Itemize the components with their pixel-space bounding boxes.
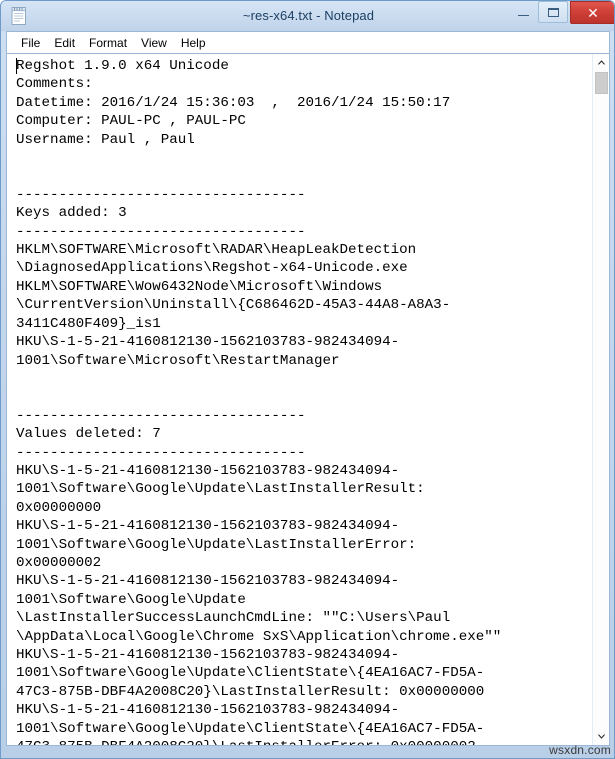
menu-item-file[interactable]: File: [14, 34, 47, 52]
text-line: Keys added: 3: [16, 205, 127, 222]
text-line: 1001\Software\Google\Update\LastInstalle…: [16, 481, 425, 498]
text-line: Values deleted: 7: [16, 426, 161, 443]
text-line: 0x00000000: [16, 499, 102, 516]
text-line: Username: Paul , Paul: [16, 131, 195, 148]
text-line: 0x00000002: [16, 554, 102, 571]
text-line: 3411C480F409}_is1: [16, 315, 161, 332]
text-line: HKU\S-1-5-21-4160812130-1562103783-98243…: [16, 334, 400, 351]
menu-item-edit[interactable]: Edit: [47, 34, 82, 52]
text-line: [16, 149, 591, 167]
text-line: 47C3-875B-DBF4A2008C20}\LastInstallerRes…: [16, 683, 485, 700]
scroll-up-button[interactable]: [593, 54, 609, 71]
text-line: ----------------------------------: [16, 444, 306, 461]
text-line: HKU\S-1-5-21-4160812130-1562103783-98243…: [16, 462, 400, 479]
text-line: 1001\Software\Google\Update\ClientState\…: [16, 665, 485, 682]
text-line: HKU\S-1-5-21-4160812130-1562103783-98243…: [16, 702, 400, 719]
text-line: HKLM\SOFTWARE\Microsoft\RADAR\HeapLeakDe…: [16, 242, 417, 259]
text-line: 1001\Software\Google\Update: [16, 591, 246, 608]
text-line: [16, 167, 591, 185]
text-line: Datetime: 2016/1/24 15:36:03 , 2016/1/24…: [16, 94, 451, 111]
text-line: \DiagnosedApplications\Regshot-x64-Unico…: [16, 260, 408, 277]
text-line: [16, 388, 591, 406]
menu-bar: File Edit Format View Help: [6, 31, 610, 53]
text-caret: [16, 58, 17, 74]
notepad-window: ~res-x64.txt - Notepad ✕ File Edit Forma…: [0, 0, 615, 759]
maximize-button[interactable]: [538, 1, 568, 23]
menu-item-help[interactable]: Help: [174, 34, 213, 52]
text-line: 1001\Software\Google\Update\LastInstalle…: [16, 536, 417, 553]
title-bar[interactable]: ~res-x64.txt - Notepad ✕: [1, 1, 614, 31]
minimize-icon: [517, 14, 529, 16]
menu-item-format[interactable]: Format: [82, 34, 134, 52]
minimize-button[interactable]: [508, 1, 538, 23]
vertical-scrollbar[interactable]: [592, 54, 609, 745]
text-line: Computer: PAUL-PC , PAUL-PC: [16, 113, 246, 130]
chevron-up-icon: [597, 60, 606, 65]
chevron-down-icon: [597, 734, 606, 739]
text-line: [16, 370, 591, 388]
editor-area: Regshot 1.9.0 x64 Unicode Comments: Dateti…: [6, 53, 610, 746]
text-line: HKU\S-1-5-21-4160812130-1562103783-98243…: [16, 573, 400, 590]
text-line: ----------------------------------: [16, 186, 306, 203]
close-button[interactable]: ✕: [570, 1, 614, 24]
text-line: 47C3-875B-DBF4A2008C20}\LastInstallerErr…: [16, 738, 591, 745]
text-line: \LastInstallerSuccessLaunchCmdLine: ""C:…: [16, 610, 451, 627]
text-line: Regshot 1.9.0 x64 Unicode: [16, 58, 229, 74]
scrollbar-thumb[interactable]: [595, 72, 608, 94]
text-line: Comments:: [16, 76, 93, 93]
text-line: HKU\S-1-5-21-4160812130-1562103783-98243…: [16, 647, 400, 663]
window-controls: ✕: [508, 1, 614, 29]
text-line: \CurrentVersion\Uninstall\{C686462D-45A3…: [16, 297, 451, 314]
text-line: 1001\Software\Microsoft\RestartManager: [16, 352, 340, 369]
menu-item-view[interactable]: View: [134, 34, 174, 52]
text-line: HKU\S-1-5-21-4160812130-1562103783-98243…: [16, 518, 400, 535]
text-editor[interactable]: Regshot 1.9.0 x64 Unicode Comments: Dateti…: [7, 54, 593, 745]
text-line: ----------------------------------: [16, 223, 306, 240]
text-line: 1001\Software\Google\Update\ClientState\…: [16, 720, 485, 737]
close-icon: ✕: [587, 4, 599, 21]
text-line: HKLM\SOFTWARE\Wow6432Node\Microsoft\Wind…: [16, 278, 383, 295]
text-line: ----------------------------------: [16, 407, 306, 424]
text-line: \AppData\Local\Google\Chrome SxS\Applica…: [16, 628, 502, 645]
site-watermark: wsxdn.com: [549, 743, 611, 757]
maximize-icon: [547, 7, 559, 17]
scrollbar-track[interactable]: [593, 71, 609, 728]
